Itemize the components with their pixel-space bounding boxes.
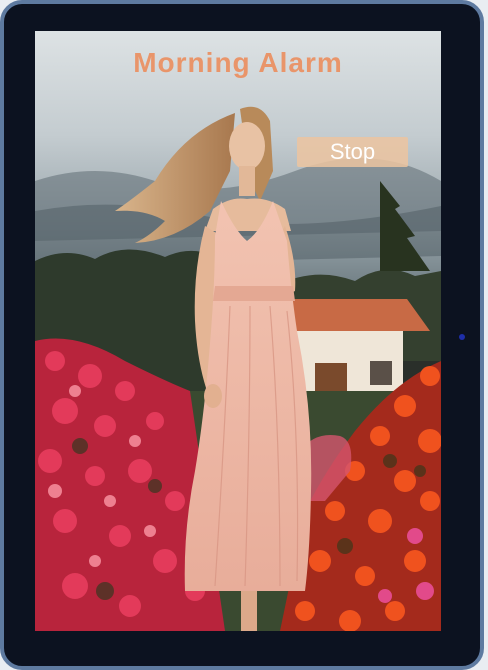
alarm-screen: Morning Alarm Stop: [35, 31, 441, 631]
background-photo: [35, 31, 441, 631]
alarm-title: Morning Alarm: [133, 47, 343, 78]
camera-indicator: [459, 334, 465, 340]
stop-alarm-button[interactable]: Stop: [297, 137, 408, 167]
